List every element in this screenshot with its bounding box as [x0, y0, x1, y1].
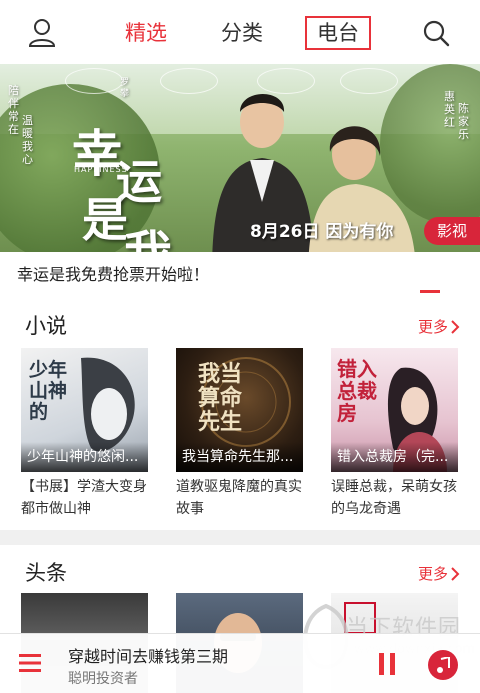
book-card[interactable]: 我当算命先生 我当算命先生那... — [176, 348, 303, 472]
section-title: 头条 — [25, 561, 67, 585]
banner-title-char: 幸 — [72, 124, 122, 183]
banner-tagline: 陪伴常在 — [8, 84, 19, 136]
tab-featured[interactable]: 精选 — [118, 16, 174, 50]
book-description[interactable]: 【书展】学渣大变身 都市做山神 — [21, 476, 151, 520]
banner-title-char: 我 — [124, 214, 172, 252]
playlist-menu-icon[interactable] — [19, 654, 41, 672]
banner-title-en: HAPPINESS — [74, 165, 128, 174]
more-label: 更多 — [418, 318, 449, 336]
cover-art-text: 少年山神的 — [29, 359, 68, 423]
book-cover: 少年山神的 少年山神的悠闲... — [21, 348, 148, 472]
banner-carousel[interactable]: 幸 运 是 我 HAPPINESS 陪伴常在 温暖我心 罗攀 惠英红 陈家乐 8… — [0, 64, 480, 252]
top-bar: 精选 分类 电台 — [0, 0, 480, 64]
player-title: 穿越时间去赚钱第三期 — [68, 647, 229, 666]
search-icon[interactable] — [416, 13, 456, 53]
book-cover-title: 少年山神的悠闲... — [21, 442, 148, 472]
mini-player[interactable]: 穿越时间去赚钱第三期 聪明投资者 — [0, 633, 480, 693]
book-description[interactable]: 误睡总裁，呆萌女孩的乌龙奇遇 — [331, 476, 461, 520]
book-cover: 我当算命先生 我当算命先生那... — [176, 348, 303, 472]
book-description[interactable]: 道教驱鬼降魔的真实故事 — [176, 476, 306, 520]
banner-caption: 幸运是我免费抢票开始啦！ — [17, 265, 210, 284]
banner-director: 罗攀 — [120, 78, 130, 99]
book-card[interactable]: 错入总裁房 错入总裁房（完... — [331, 348, 458, 472]
banner-tagline: 温暖我心 — [22, 114, 33, 166]
pause-icon[interactable] — [378, 652, 396, 676]
more-link[interactable]: 更多 — [418, 316, 460, 337]
book-cover-title: 我当算命先生那... — [176, 442, 303, 472]
more-link[interactable]: 更多 — [418, 563, 460, 584]
banner-category-badge: 影视 — [424, 217, 480, 245]
carousel-indicator — [420, 290, 440, 293]
tab-category[interactable]: 分类 — [214, 16, 270, 50]
award-laurel-icon — [340, 68, 398, 94]
banner-cast: 陈家乐 — [458, 102, 469, 141]
chevron-right-icon — [451, 566, 460, 581]
book-card[interactable]: 少年山神的 少年山神的悠闲... — [21, 348, 148, 472]
player-subtitle: 聪明投资者 — [68, 671, 138, 687]
section-title: 小说 — [25, 314, 67, 338]
chevron-right-icon — [451, 319, 460, 334]
novel-section: 小说 更多 少年山神的 少年山神的悠闲... 我当算命先生 我当算命先生那... — [0, 298, 480, 530]
book-cover: 错入总裁房 错入总裁房（完... — [331, 348, 458, 472]
user-icon[interactable] — [22, 13, 62, 53]
tab-radio[interactable]: 电台 — [305, 16, 371, 50]
cover-art-text: 我当算命先生 — [198, 361, 243, 435]
more-label: 更多 — [418, 565, 449, 583]
banner-release-date: 8月26日 因为有你 — [250, 222, 394, 242]
now-playing-disc-icon[interactable] — [428, 650, 458, 680]
banner-caption-row[interactable]: 幸运是我免费抢票开始啦！ — [0, 252, 480, 298]
award-laurel-icon — [65, 68, 123, 94]
banner-title-char: 是 — [82, 193, 128, 247]
book-cover-title: 错入总裁房（完... — [331, 442, 458, 472]
cover-art-text: 错入总裁房 — [337, 357, 377, 425]
banner-cast: 惠英红 — [444, 90, 455, 129]
